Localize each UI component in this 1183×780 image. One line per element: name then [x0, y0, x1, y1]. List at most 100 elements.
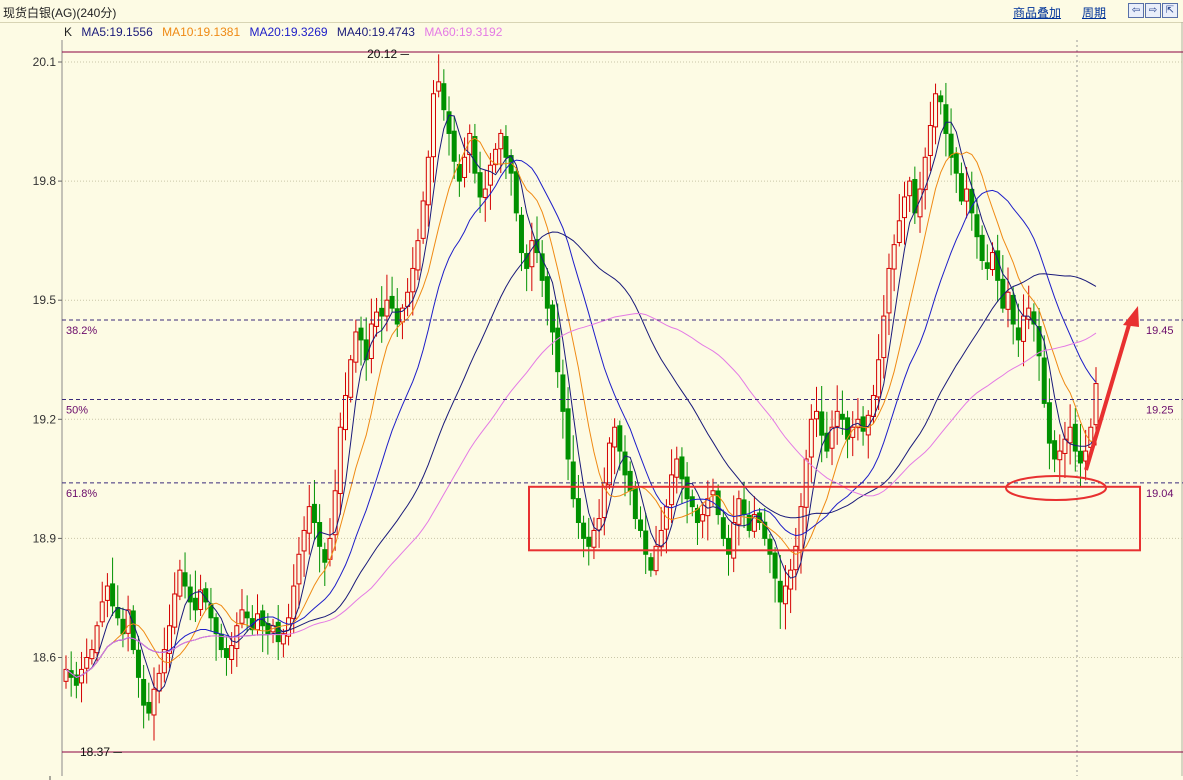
candle-body — [736, 498, 742, 525]
candle-body — [223, 648, 229, 659]
candle-body — [84, 657, 90, 669]
candle-body — [886, 267, 892, 314]
max-price-label: 20.12 ─ — [367, 47, 409, 61]
ma40-line — [65, 231, 1097, 678]
candle-body — [958, 173, 964, 202]
candle-body — [710, 490, 716, 496]
candle-body — [141, 678, 147, 706]
candle-body — [280, 633, 286, 645]
candle-body — [301, 529, 307, 552]
candle-body — [627, 470, 633, 492]
candle-body — [550, 304, 556, 333]
candle-body — [1041, 357, 1047, 404]
candle-body — [638, 519, 644, 531]
candle-body — [581, 522, 587, 539]
candle-body — [819, 411, 825, 436]
candle-body — [296, 553, 302, 585]
candle-body — [648, 557, 654, 571]
candle-body — [544, 276, 550, 309]
candle-body — [901, 196, 907, 219]
candle-body — [669, 474, 675, 506]
candle-body — [984, 262, 990, 269]
candle-body — [110, 583, 116, 607]
candle-body — [881, 315, 887, 359]
ma20-line — [65, 159, 1097, 678]
candle-body — [63, 668, 69, 682]
candle-body — [814, 410, 820, 420]
rise-arrow-line — [1084, 317, 1133, 471]
candle-body — [1077, 450, 1083, 464]
candle-body — [834, 410, 840, 427]
y-tick-label: 19.8 — [33, 174, 57, 188]
candle-body — [938, 95, 944, 103]
y-tick-label: 20.1 — [33, 55, 57, 69]
candle-body — [291, 585, 297, 620]
candle-body — [192, 597, 198, 611]
rise-arrow-head — [1123, 306, 1139, 327]
candle-body — [782, 585, 788, 605]
candle-body — [436, 81, 442, 92]
candle-body — [1057, 450, 1063, 461]
candle-body — [379, 307, 385, 317]
candle-body — [560, 374, 566, 412]
candle-body — [451, 130, 457, 162]
candle-body — [156, 672, 162, 692]
candle-body — [927, 125, 933, 156]
candle-body — [612, 426, 618, 448]
candle-body — [513, 171, 519, 214]
candle-body — [632, 488, 638, 520]
candle-body — [726, 537, 732, 555]
candle-body — [684, 476, 690, 500]
candle-body — [1093, 383, 1099, 426]
candle-body — [244, 611, 250, 619]
candle-body — [777, 580, 783, 603]
candle-body — [715, 490, 721, 516]
candle-body — [974, 214, 980, 238]
candle-body — [374, 311, 380, 327]
candle-body — [860, 416, 866, 432]
candle-body — [1072, 423, 1078, 452]
candle-body — [865, 414, 871, 436]
candle-body — [384, 299, 390, 317]
candle-body — [570, 461, 576, 500]
fib-price-label: 19.45 — [1146, 325, 1174, 337]
candle-body — [487, 164, 493, 186]
y-tick-label: 19.2 — [33, 412, 57, 426]
candle-body — [896, 220, 902, 243]
candle-body — [425, 156, 431, 206]
candle-body — [311, 503, 317, 524]
candle-body — [741, 499, 747, 516]
candle-body — [591, 529, 597, 548]
fib-price-label: 19.25 — [1146, 404, 1174, 416]
fib-price-label: 19.04 — [1146, 488, 1174, 500]
candle-body — [177, 569, 183, 597]
candle-body — [1062, 438, 1068, 454]
candle-body — [964, 188, 970, 202]
candle-body — [529, 240, 535, 268]
candlestick-chart[interactable]: 20.1 19.8 19.5 19.2 18.9 18.6 20.12 ─ 18.37 ─ 38… — [0, 0, 1183, 780]
candle-body — [586, 536, 592, 547]
candle-body — [130, 610, 136, 651]
candle-body — [839, 413, 845, 420]
candle-body — [146, 701, 152, 714]
candle-body — [689, 496, 695, 508]
candle-body — [943, 104, 949, 134]
ma60-line — [65, 312, 1097, 678]
candle-body — [415, 240, 421, 271]
candle-body — [182, 572, 188, 587]
candle-body — [772, 552, 778, 579]
candle-body — [876, 359, 882, 398]
ma10-line — [65, 137, 1097, 678]
candle-body — [788, 569, 794, 590]
candle-body — [1005, 291, 1011, 310]
candle-body — [229, 645, 235, 660]
candle-body — [808, 418, 814, 458]
candle-body — [674, 458, 680, 478]
candle-body — [518, 214, 524, 254]
candle-body — [410, 267, 416, 293]
candle-body — [462, 156, 468, 178]
candle-body — [348, 359, 354, 398]
candle-body — [720, 517, 726, 539]
y-tick-label: 18.9 — [33, 531, 57, 545]
candle-body — [482, 188, 488, 198]
